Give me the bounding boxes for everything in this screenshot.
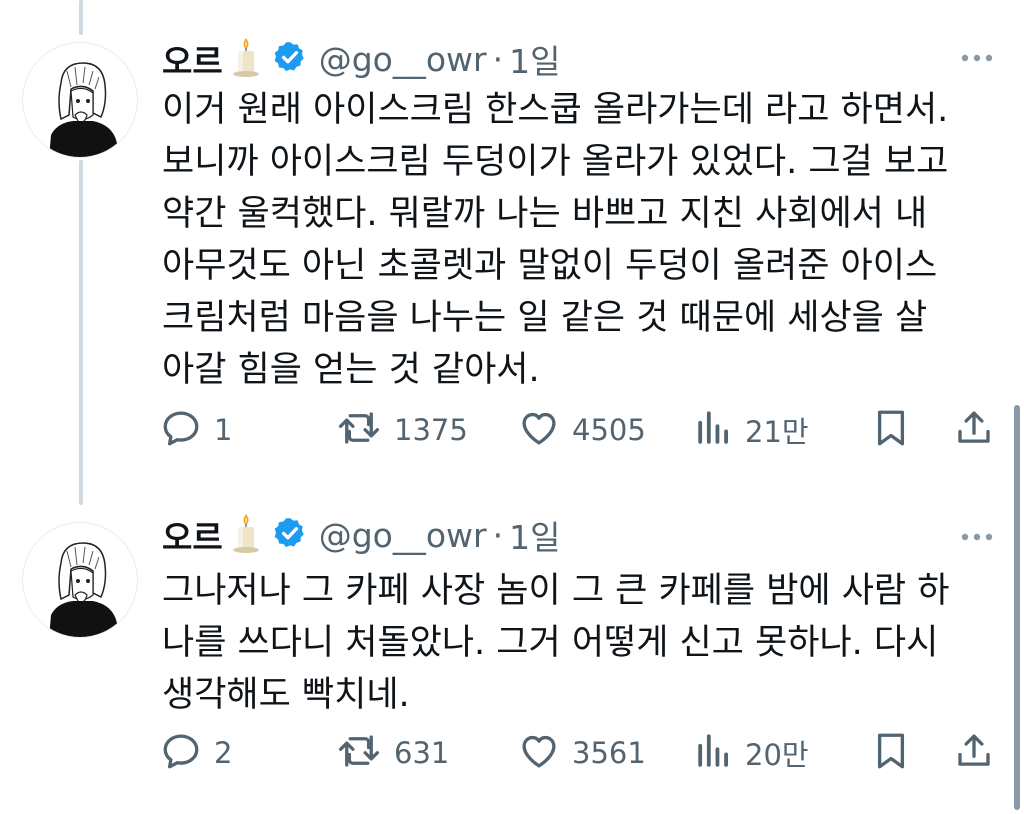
tweet-header: 오르 @go__owr · 1일 xyxy=(162,35,560,83)
avatar[interactable] xyxy=(22,42,138,158)
text-line: 아무것도 아닌 초콜렛과 말없이 두덩이 올려준 아이스 xyxy=(162,246,938,286)
bookmark-button[interactable] xyxy=(870,728,912,778)
like-count: 4505 xyxy=(572,413,646,447)
repost-button[interactable]: 1375 xyxy=(336,405,468,455)
bookmark-icon xyxy=(870,406,912,454)
heart-icon xyxy=(518,730,560,776)
like-count: 3561 xyxy=(572,736,646,770)
avatar-illustration-icon xyxy=(49,542,119,637)
views-chart-icon xyxy=(695,407,733,453)
repost-button[interactable]: 631 xyxy=(336,728,449,778)
text-line: 크림처럼 마음을 나누는 일 같은 것 때문에 세상을 살 xyxy=(162,298,928,338)
like-button[interactable]: 3561 xyxy=(518,728,646,778)
separator-dot: · xyxy=(492,515,504,555)
views-chart-icon xyxy=(695,730,733,776)
reply-icon xyxy=(160,407,202,453)
tweet-header: 오르 @go__owr · 1일 xyxy=(162,511,560,559)
timestamp[interactable]: 1일 xyxy=(509,35,560,83)
views-count: 21만 xyxy=(745,415,809,449)
bookmark-button[interactable] xyxy=(870,405,912,455)
repost-icon xyxy=(336,407,382,453)
candle-icon xyxy=(229,36,263,82)
verified-badge-icon xyxy=(273,40,307,78)
like-button[interactable]: 4505 xyxy=(518,405,646,455)
repost-icon xyxy=(336,730,382,776)
heart-icon xyxy=(518,407,560,453)
more-dots-icon[interactable] xyxy=(958,527,996,551)
thread-page: 오르 @go__owr · 1일 이거 원래 아이스크림 한스쿱 올라가는데 라… xyxy=(0,0,1024,814)
tweet-text: 그나저나 그 카페 사장 놈이 그 큰 카페를 밤에 사람 하 나를 쓰다니 처… xyxy=(162,565,1002,721)
reply-button[interactable]: 2 xyxy=(160,728,232,778)
repost-count: 631 xyxy=(394,736,450,770)
action-bar: 1 1375 4505 21만 xyxy=(0,405,1024,455)
reply-icon xyxy=(160,730,202,776)
verified-badge-icon xyxy=(273,516,307,554)
views-button[interactable]: 21만 xyxy=(695,405,809,455)
handle[interactable]: @go__owr xyxy=(319,40,487,79)
share-button[interactable] xyxy=(953,405,995,455)
reply-button[interactable]: 1 xyxy=(160,405,232,455)
views-button[interactable]: 20만 xyxy=(695,728,809,778)
views-count: 20만 xyxy=(745,738,809,772)
text-line: 그나저나 그 카페 사장 놈이 그 큰 카페를 밤에 사람 하 xyxy=(162,571,950,611)
display-name[interactable]: 오르 xyxy=(162,511,223,559)
text-line: 나를 쓰다니 처돌았나. 그거 어떻게 신고 못하나. 다시 xyxy=(162,623,939,663)
share-icon xyxy=(953,406,995,454)
share-button[interactable] xyxy=(953,728,995,778)
avatar-illustration-icon xyxy=(49,62,119,157)
more-dots-icon[interactable] xyxy=(958,48,996,72)
tweet-2[interactable]: 오르 @go__owr · 1일 그나저나 그 카페 사장 놈이 그 큰 카페를… xyxy=(0,505,1024,814)
display-name[interactable]: 오르 xyxy=(162,35,223,83)
reply-count: 1 xyxy=(214,413,233,447)
action-bar: 2 631 3561 20만 xyxy=(0,728,1024,778)
avatar[interactable] xyxy=(22,522,138,638)
reply-count: 2 xyxy=(214,736,233,770)
text-line: 생각해도 빡치네. xyxy=(162,675,410,715)
text-line: 아갈 힘을 얻는 것 같아서. xyxy=(162,350,540,390)
candle-icon xyxy=(229,512,263,558)
timestamp[interactable]: 1일 xyxy=(509,511,560,559)
handle[interactable]: @go__owr xyxy=(319,516,487,555)
text-line: 보니까 아이스크림 두덩이가 올라가 있었다. 그걸 보고 xyxy=(162,142,949,182)
separator-dot: · xyxy=(492,39,504,79)
share-icon xyxy=(953,729,995,777)
tweet-1[interactable]: 오르 @go__owr · 1일 이거 원래 아이스크림 한스쿱 올라가는데 라… xyxy=(0,0,1024,480)
scrollbar[interactable] xyxy=(1014,405,1020,810)
tweet-text: 이거 원래 아이스크림 한스쿱 올라가는데 라고 하면서. 보니까 아이스크림 … xyxy=(162,84,1002,396)
text-line: 약간 울컥했다. 뭐랄까 나는 바쁘고 지친 사회에서 내 xyxy=(162,194,928,234)
text-line: 이거 원래 아이스크림 한스쿱 올라가는데 라고 하면서. xyxy=(162,90,949,130)
repost-count: 1375 xyxy=(394,413,468,447)
bookmark-icon xyxy=(870,729,912,777)
